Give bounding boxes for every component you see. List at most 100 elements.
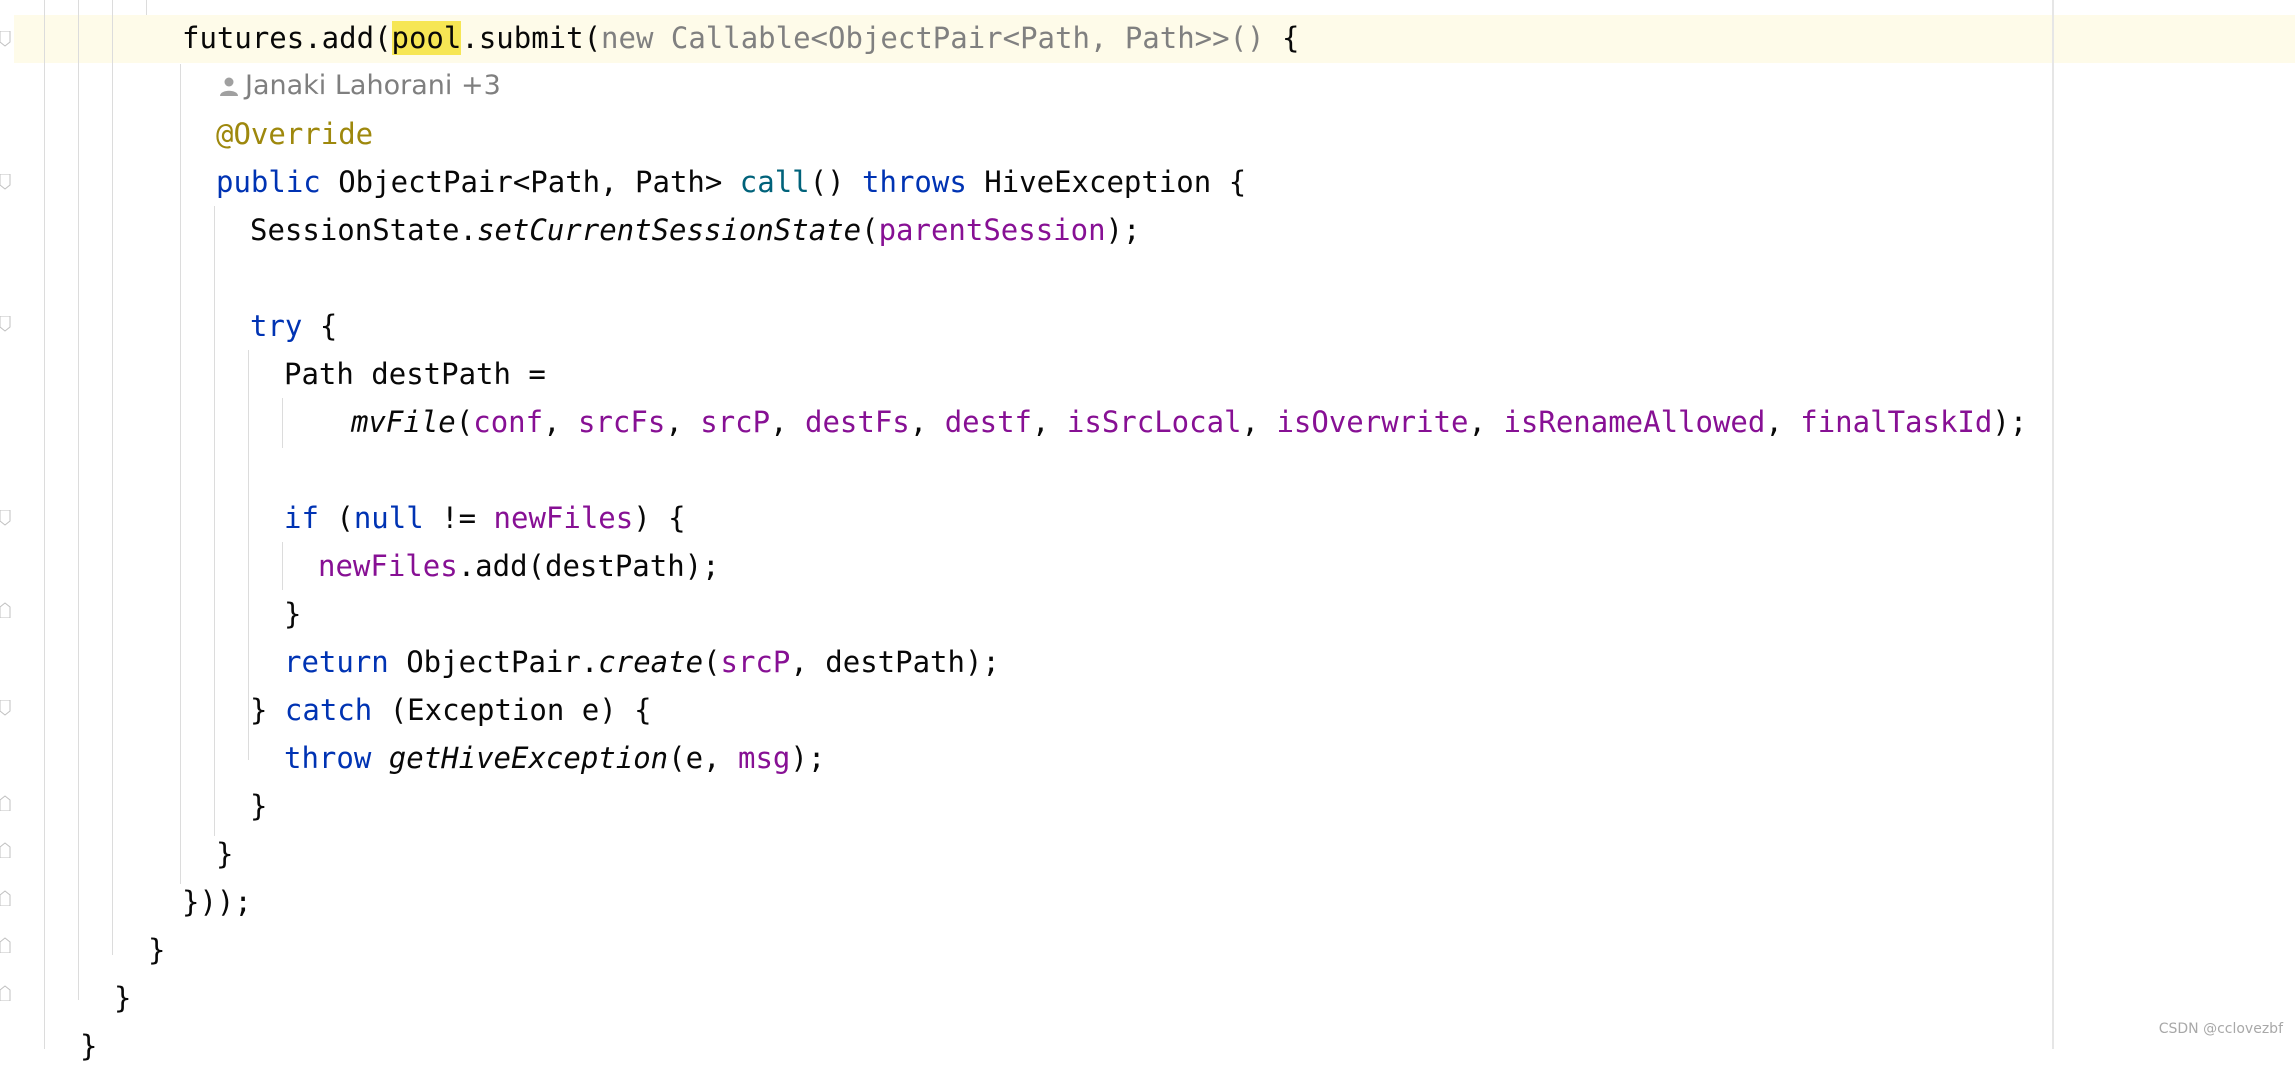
code-token: srcP (700, 405, 771, 439)
code-token: catch (284, 693, 373, 727)
code-line[interactable]: SessionState.setCurrentSessionState(pare… (250, 206, 1140, 254)
fold-end-icon[interactable] (0, 937, 11, 953)
code-token: , (1241, 405, 1277, 439)
code-token: HiveException { (966, 165, 1247, 199)
indent-guide (282, 542, 283, 590)
author-hint-text: Janaki Lahorani +3 (245, 70, 501, 101)
code-token: } (80, 1029, 98, 1063)
code-token: finalTaskId (1800, 405, 1993, 439)
code-line[interactable]: } (250, 782, 267, 830)
fold-icon[interactable] (0, 700, 11, 716)
code-token: .submit( (461, 21, 602, 55)
code-line[interactable]: } (114, 974, 131, 1022)
code-token: newFiles (493, 501, 634, 535)
code-token: { (1281, 21, 1300, 55)
code-line[interactable]: } (284, 590, 301, 638)
fold-end-icon[interactable] (0, 890, 11, 906)
code-token: isSrcLocal (1066, 405, 1242, 439)
code-line[interactable]: } (148, 926, 165, 974)
code-line[interactable]: try { (250, 302, 337, 350)
fold-icon[interactable] (0, 510, 11, 526)
code-token: msg (737, 741, 791, 775)
code-token: .add(destPath); (457, 549, 720, 583)
code-token: ); (790, 741, 826, 775)
code-line[interactable]: newFiles.add(destPath); (318, 542, 720, 590)
code-line[interactable]: } (80, 1022, 97, 1070)
code-token: })); (182, 885, 252, 919)
code-token: srcFs (578, 405, 666, 439)
code-token: null (353, 501, 424, 535)
code-line[interactable]: throw getHiveException(e, msg); (284, 734, 825, 782)
code-token: ( (455, 405, 474, 439)
code-line[interactable]: Path destPath = (284, 350, 546, 398)
code-line[interactable]: mvFile(conf, srcFs, srcP, destFs, destf,… (351, 398, 2027, 446)
code-token: , destPath); (790, 645, 1000, 679)
code-token: } (148, 933, 166, 967)
code-token: isOverwrite (1276, 405, 1469, 439)
code-token: destf (944, 405, 1032, 439)
code-line[interactable]: @Override (216, 110, 373, 158)
fold-end-icon[interactable] (0, 985, 11, 1001)
code-line[interactable]: } (216, 830, 233, 878)
code-line[interactable]: public ObjectPair<Path, Path> call() thr… (216, 158, 1246, 206)
code-token: srcP (720, 645, 791, 679)
code-token: ObjectPair<Path, Path> (320, 165, 740, 199)
code-token: , (665, 405, 701, 439)
code-token: ObjectPair. (388, 645, 599, 679)
code-token: } (114, 981, 132, 1015)
code-token: @Override (216, 117, 374, 151)
code-token: } (250, 789, 268, 823)
code-token: != (423, 501, 494, 535)
fold-end-icon[interactable] (0, 602, 11, 618)
code-token: call (739, 165, 810, 199)
fold-end-icon[interactable] (0, 795, 11, 811)
indent-guide (112, 0, 113, 955)
code-token: ); (1105, 213, 1141, 247)
code-token: conf (473, 405, 544, 439)
code-token: futures.add( (182, 21, 392, 55)
code-token: , (543, 405, 578, 439)
code-token: create (598, 645, 704, 679)
indent-guide (248, 350, 249, 760)
fold-icon[interactable] (0, 31, 11, 47)
code-token: getHiveException (388, 741, 669, 775)
fold-icon[interactable] (0, 174, 11, 190)
code-line[interactable]: return ObjectPair.create(srcP, destPath)… (284, 638, 1000, 686)
code-token: (e, (668, 741, 738, 775)
code-token: new Callable<ObjectPair<Path, Path>>() (601, 21, 1282, 55)
watermark: CSDN @cclovezbf (2158, 1021, 2283, 1037)
indent-guide (44, 0, 45, 1049)
code-token: , (1468, 405, 1504, 439)
code-token: ); (1992, 405, 2028, 439)
code-token: { (302, 309, 338, 343)
code-token: ( (703, 645, 721, 679)
code-token: , (770, 405, 805, 439)
code-line[interactable]: })); (182, 878, 252, 926)
code-token: , (909, 405, 945, 439)
code-token: SessionState. (250, 213, 477, 247)
highlighted-identifier: pool (391, 21, 462, 55)
indent-guide (180, 64, 181, 884)
code-token: isRenameAllowed (1503, 405, 1766, 439)
code-token: public (216, 165, 321, 199)
code-line[interactable]: if (null != newFiles) { (284, 494, 686, 542)
code-token: newFiles (318, 549, 458, 583)
indent-guide (78, 0, 79, 1000)
code-token: ( (318, 501, 354, 535)
code-token: parentSession (878, 213, 1106, 247)
code-token: } (284, 597, 302, 631)
code-line[interactable]: } catch (Exception e) { (250, 686, 652, 734)
fold-end-icon[interactable] (0, 842, 11, 858)
code-token: mvFile (351, 405, 456, 439)
author-hint[interactable]: Janaki Lahorani +3 (219, 64, 501, 108)
code-token: } (250, 693, 285, 727)
code-token: } (216, 837, 234, 871)
right-margin-line (2052, 0, 2054, 1049)
indent-guide (282, 398, 283, 448)
fold-icon[interactable] (0, 316, 11, 332)
indent-guide (146, 0, 147, 15)
code-line[interactable]: futures.add(pool.submit(new Callable<Obj… (182, 14, 1299, 62)
code-token: (Exception e) { (372, 693, 652, 727)
code-token: Path destPath = (284, 357, 546, 391)
